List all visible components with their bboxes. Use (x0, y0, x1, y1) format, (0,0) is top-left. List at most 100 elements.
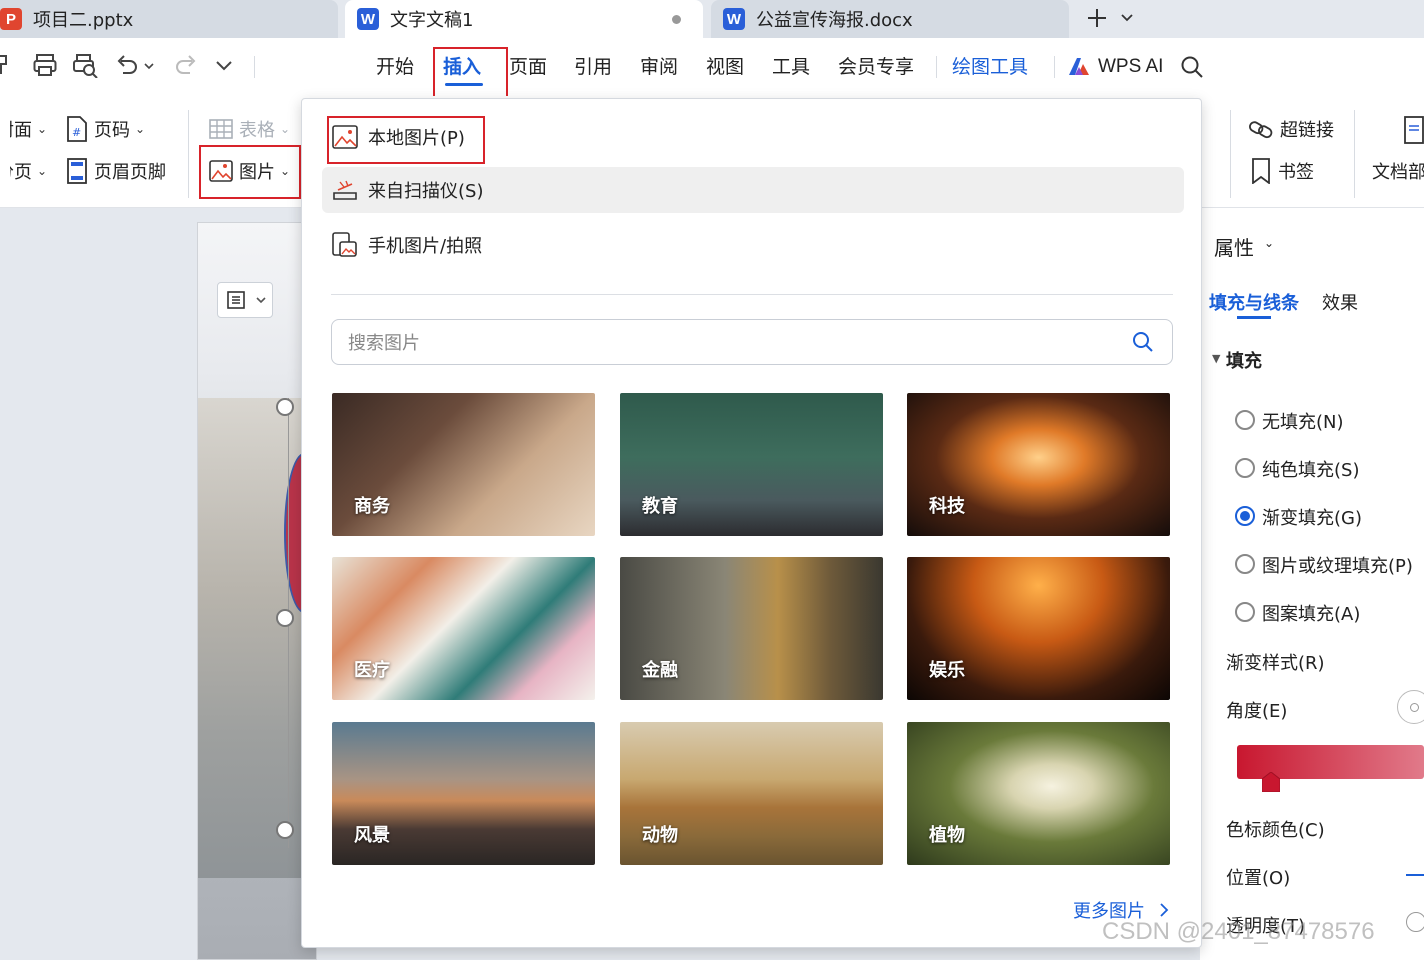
tile-label: 动物 (642, 825, 678, 846)
category-tile-education[interactable]: 教育 (620, 393, 883, 536)
resize-handle[interactable] (276, 398, 294, 416)
tab-doc1[interactable]: W 文字文稿1 (345, 0, 703, 38)
option-picture-fill[interactable]: 图片或纹理填充(P) (1262, 552, 1413, 578)
watermark: CSDN @2401_87478576 (1102, 918, 1375, 945)
collapse-triangle-icon[interactable]: ▼ (1212, 352, 1220, 365)
link-icon (1248, 118, 1274, 140)
page-canvas (197, 222, 324, 960)
search-icon[interactable] (1132, 331, 1154, 353)
picture-dropdown: 本地图片(P) 来自扫描仪(S) 手机图片/拍照 商务 教育 科技 医疗 金融 … (301, 98, 1202, 948)
divider (331, 294, 1173, 295)
radio-pattern-fill[interactable] (1235, 602, 1255, 622)
header-footer-button[interactable]: 页眉页脚 (66, 158, 166, 184)
menu-start[interactable]: 开始 (376, 53, 414, 81)
category-tile-technology[interactable]: 科技 (907, 393, 1170, 536)
bookmark-button[interactable]: 书签 (1250, 158, 1314, 184)
gradient-style-label[interactable]: 渐变样式(R) (1226, 649, 1325, 675)
tab-list-chevron-icon[interactable] (1120, 10, 1134, 24)
quick-access-more-icon[interactable] (215, 58, 233, 74)
phone-picture-item[interactable]: 手机图片/拍照 (332, 223, 482, 267)
page-number-button[interactable]: # 页码 ⌄ (66, 116, 145, 142)
radio-gradient-fill[interactable] (1235, 506, 1255, 526)
new-tab-plus-icon[interactable] (1085, 6, 1109, 30)
tab-label: 公益宣传海报.docx (756, 10, 913, 31)
picture-search-input[interactable] (348, 330, 1108, 356)
radio-picture-fill[interactable] (1235, 554, 1255, 574)
print-preview-icon[interactable] (72, 52, 98, 78)
wps-ai-icon[interactable] (1068, 56, 1090, 76)
radio-no-fill[interactable] (1235, 410, 1255, 430)
header-footer-icon (66, 158, 88, 184)
menu-drawing-tools[interactable]: 绘图工具 (952, 53, 1028, 81)
menu-tools[interactable]: 工具 (772, 53, 810, 81)
menu-references[interactable]: 引用 (574, 53, 612, 81)
chevron-down-icon[interactable]: ⌄ (1264, 236, 1274, 250)
format-painter-icon[interactable] (0, 52, 14, 78)
hyperlink-label: 超链接 (1280, 120, 1334, 141)
page-break-button[interactable]: 分页 ⌄ (0, 158, 47, 184)
scanner-item[interactable]: 来自扫描仪(S) (322, 167, 1184, 213)
search-icon[interactable] (1180, 55, 1204, 79)
table-button[interactable]: 表格 ⌄ (209, 116, 290, 142)
tile-label: 金融 (642, 660, 678, 681)
gradient-stop[interactable] (1262, 772, 1280, 792)
redo-icon[interactable] (174, 52, 198, 78)
tile-label: 植物 (929, 825, 965, 846)
scanner-icon (332, 178, 358, 202)
resize-handle[interactable] (276, 821, 294, 839)
scanner-label: 来自扫描仪(S) (368, 181, 484, 202)
option-pattern-fill[interactable]: 图案填充(A) (1262, 600, 1360, 626)
picture-search-box[interactable] (331, 319, 1173, 365)
angle-dial[interactable] (1397, 690, 1424, 724)
chevron-down-icon: ⌄ (37, 122, 48, 136)
tab-effect[interactable]: 效果 (1322, 289, 1358, 315)
category-tile-medical[interactable]: 医疗 (332, 557, 595, 700)
cover-button[interactable]: 封面 ⌄ (0, 116, 47, 142)
phone-picture-label: 手机图片/拍照 (368, 236, 483, 257)
option-gradient-fill[interactable]: 渐变填充(G) (1262, 504, 1362, 530)
separator (254, 56, 255, 78)
transparency-knob[interactable] (1406, 912, 1424, 932)
print-icon[interactable] (33, 52, 57, 78)
position-label: 位置(O) (1226, 868, 1291, 889)
ppt-logo-icon: P (0, 8, 22, 30)
radio-solid-fill[interactable] (1235, 458, 1255, 478)
category-tile-animals[interactable]: 动物 (620, 722, 883, 865)
position-slider[interactable] (1406, 874, 1424, 876)
category-tile-landscape[interactable]: 风景 (332, 722, 595, 865)
separator (1354, 110, 1355, 198)
chevron-down-icon: ⌄ (280, 122, 291, 136)
menu-view[interactable]: 视图 (706, 53, 744, 81)
menu-page[interactable]: 页面 (509, 53, 547, 81)
category-tile-finance[interactable]: 金融 (620, 557, 883, 700)
hyperlink-button[interactable]: 超链接 (1248, 116, 1334, 142)
category-tile-entertainment[interactable]: 娱乐 (907, 557, 1170, 700)
tab-pptx[interactable]: P 项目二.pptx (0, 0, 338, 38)
category-tile-plants[interactable]: 植物 (907, 722, 1170, 865)
cover-label: 封面 (0, 120, 32, 141)
tab-poster[interactable]: W 公益宣传海报.docx (711, 0, 1069, 38)
option-solid-fill[interactable]: 纯色填充(S) (1262, 456, 1359, 482)
menu-member[interactable]: 会员专享 (838, 53, 914, 81)
menu-review[interactable]: 审阅 (640, 53, 678, 81)
layout-options-button[interactable] (217, 282, 273, 318)
doc-part-button[interactable]: 文档部 (1372, 158, 1424, 184)
doc-part-icon[interactable] (1404, 116, 1424, 144)
chevron-down-icon: ⌄ (37, 164, 48, 178)
tile-label: 科技 (929, 496, 965, 517)
separator (1230, 110, 1231, 198)
chevron-down-icon: ⌄ (135, 122, 146, 136)
pane-title[interactable]: 属性 (1214, 232, 1254, 261)
bookmark-icon (1250, 158, 1272, 184)
svg-text:#: # (72, 126, 81, 139)
undo-icon[interactable] (115, 52, 139, 78)
resize-handle[interactable] (276, 609, 294, 627)
undo-chevron-icon[interactable] (143, 60, 155, 72)
fill-section-title: 填充 (1226, 351, 1262, 372)
tab-label: 文字文稿1 (390, 10, 474, 31)
tab-fill-line[interactable]: 填充与线条 (1209, 289, 1299, 315)
menu-wps-ai[interactable]: WPS AI (1098, 53, 1163, 81)
category-tile-business[interactable]: 商务 (332, 393, 595, 536)
doc-part-label: 文档部 (1372, 162, 1424, 183)
option-no-fill[interactable]: 无填充(N) (1262, 408, 1344, 434)
